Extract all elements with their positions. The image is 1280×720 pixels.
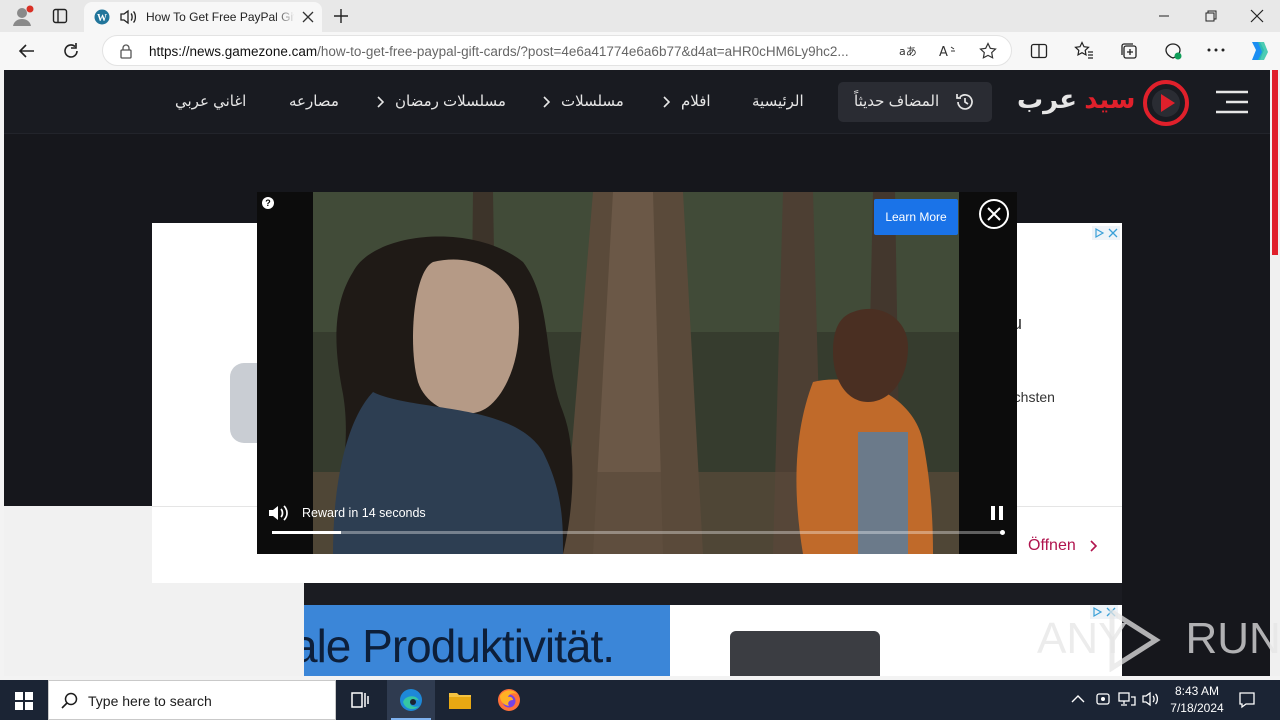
page-scrollbar[interactable] <box>1270 70 1280 676</box>
collections-icon[interactable] <box>1119 41 1139 61</box>
new-tab-icon[interactable] <box>333 8 349 24</box>
search-icon <box>61 692 79 710</box>
firefox-icon[interactable] <box>497 688 521 712</box>
speaker-icon[interactable] <box>119 9 137 25</box>
site-logo-icon[interactable] <box>1142 79 1190 127</box>
logo-white-word: عرب <box>1017 84 1078 114</box>
ad-banner-image: ale Produktivität. <box>304 605 670 676</box>
close-tab-icon[interactable] <box>302 11 314 23</box>
adchoices-icon[interactable] <box>1092 226 1120 240</box>
nav-series[interactable]: مسلسلات <box>561 92 624 110</box>
taskbar-search[interactable]: Type here to search <box>48 680 336 720</box>
profile-icon[interactable] <box>10 5 34 27</box>
volume-icon[interactable] <box>267 504 289 522</box>
video-progress-end-dot <box>1000 530 1005 535</box>
svg-text:W: W <box>97 13 107 24</box>
favorites-icon[interactable] <box>1074 41 1094 59</box>
hamburger-menu-icon[interactable] <box>1214 89 1250 115</box>
url-host: https://news.gamezone.cam <box>149 44 318 59</box>
restore-icon[interactable] <box>1204 10 1218 22</box>
reload-icon[interactable] <box>62 42 80 60</box>
chevron-right-icon[interactable] <box>376 96 384 108</box>
svg-text:A: A <box>939 45 948 59</box>
browser-toolbar: https://news.gamezone.cam/how-to-get-fre… <box>0 32 1280 70</box>
meet-now-icon[interactable] <box>1095 691 1111 707</box>
site-navbar: اغاني عربي مصارعه مسلسلات رمضان مسلسلات … <box>4 70 1270 134</box>
notifications-icon[interactable] <box>1238 691 1256 709</box>
svg-text:aあ: aあ <box>899 45 917 58</box>
tab-actions-icon[interactable] <box>52 8 68 24</box>
chevron-right-icon[interactable] <box>1089 540 1097 552</box>
video-progress-bar[interactable] <box>272 530 1005 535</box>
back-icon[interactable] <box>18 42 36 60</box>
browser-tab-bar: W How To Get Free PayPal Gift Cards <box>0 0 1280 32</box>
edge-icon <box>399 688 423 712</box>
logo-red-word: سيد <box>1084 84 1136 114</box>
translate-icon[interactable]: aあ <box>899 43 917 59</box>
network-icon[interactable] <box>1118 691 1136 707</box>
close-icon <box>987 207 1001 221</box>
address-bar[interactable]: https://news.gamezone.cam/how-to-get-fre… <box>102 35 1012 66</box>
learn-more-button[interactable]: Learn More <box>874 199 958 235</box>
clock-date: 7/18/2024 <box>1170 701 1224 715</box>
ad-open-link[interactable]: Öffnen <box>1028 537 1076 555</box>
split-screen-icon[interactable] <box>1030 42 1048 60</box>
video-ad-overlay[interactable]: ? Learn More Reward in 14 seconds <box>257 192 1017 554</box>
help-icon[interactable]: ? <box>262 197 274 209</box>
reward-suffix: seconds <box>375 506 426 520</box>
nav-wrestling[interactable]: مصارعه <box>289 92 339 110</box>
pause-icon[interactable] <box>990 505 1004 521</box>
system-clock[interactable]: 8:43 AM 7/18/2024 <box>1160 683 1234 717</box>
windows-start-icon[interactable] <box>15 692 33 710</box>
wordpress-icon: W <box>94 9 110 25</box>
more-menu-icon[interactable] <box>1207 48 1225 52</box>
ad-printer-image <box>730 631 880 676</box>
minimize-icon[interactable] <box>1157 10 1171 22</box>
copilot-icon[interactable] <box>1246 40 1270 62</box>
anyrun-play-logo <box>1106 608 1162 672</box>
url-path: /how-to-get-free-paypal-gift-cards/?post… <box>317 44 849 59</box>
reward-prefix: Reward in <box>302 506 362 520</box>
nav-arabic-songs[interactable]: اغاني عربي <box>175 92 246 110</box>
ad-banner-text: ale Produktivität. <box>304 620 615 672</box>
scrollbar-thumb[interactable] <box>1272 70 1278 255</box>
history-icon <box>954 91 976 113</box>
close-window-icon[interactable] <box>1250 9 1264 23</box>
chevron-right-icon[interactable] <box>662 96 670 108</box>
url-text[interactable]: https://news.gamezone.cam/how-to-get-fre… <box>149 44 881 59</box>
volume-icon[interactable] <box>1142 691 1160 707</box>
video-progress-fill <box>272 531 342 534</box>
file-explorer-icon[interactable] <box>448 689 472 711</box>
favorite-star-icon[interactable] <box>979 42 997 60</box>
lock-icon[interactable] <box>119 44 133 59</box>
nav-ramadan-series[interactable]: مسلسلات رمضان <box>395 92 506 110</box>
page-viewport: اغاني عربي مصارعه مسلسلات رمضان مسلسلات … <box>4 70 1270 676</box>
nav-home[interactable]: الرئيسية <box>752 92 804 110</box>
site-logo-text[interactable]: سيد عرب <box>1017 84 1136 115</box>
windows-taskbar: Type here to search 8:43 AM 7/18/2024 <box>0 680 1280 720</box>
recently-added-button[interactable]: المضاف حديثاً <box>838 82 992 122</box>
watermark-right: RUN <box>1185 614 1280 663</box>
video-frame[interactable] <box>313 192 959 554</box>
recently-added-label: المضاف حديثاً <box>854 93 940 110</box>
browser-essentials-icon[interactable] <box>1163 41 1183 61</box>
taskbar-edge-button[interactable] <box>387 680 435 720</box>
task-view-icon[interactable] <box>350 691 370 709</box>
reward-seconds: 14 <box>361 506 376 520</box>
clock-time: 8:43 AM <box>1174 684 1220 698</box>
secondary-ad[interactable]: ale Produktivität. <box>304 583 1122 676</box>
nav-movies[interactable]: افلام <box>681 92 711 110</box>
close-ad-button[interactable] <box>979 199 1009 229</box>
tab-title: How To Get Free PayPal Gift Cards <box>146 10 294 24</box>
chevron-right-icon[interactable] <box>542 96 550 108</box>
tab-active[interactable]: W How To Get Free PayPal Gift Cards <box>84 2 322 32</box>
search-placeholder: Type here to search <box>88 693 212 709</box>
reward-countdown: Reward in 14 seconds <box>302 506 426 520</box>
chevron-up-icon[interactable] <box>1071 694 1085 704</box>
read-aloud-icon[interactable]: A <box>939 43 957 59</box>
